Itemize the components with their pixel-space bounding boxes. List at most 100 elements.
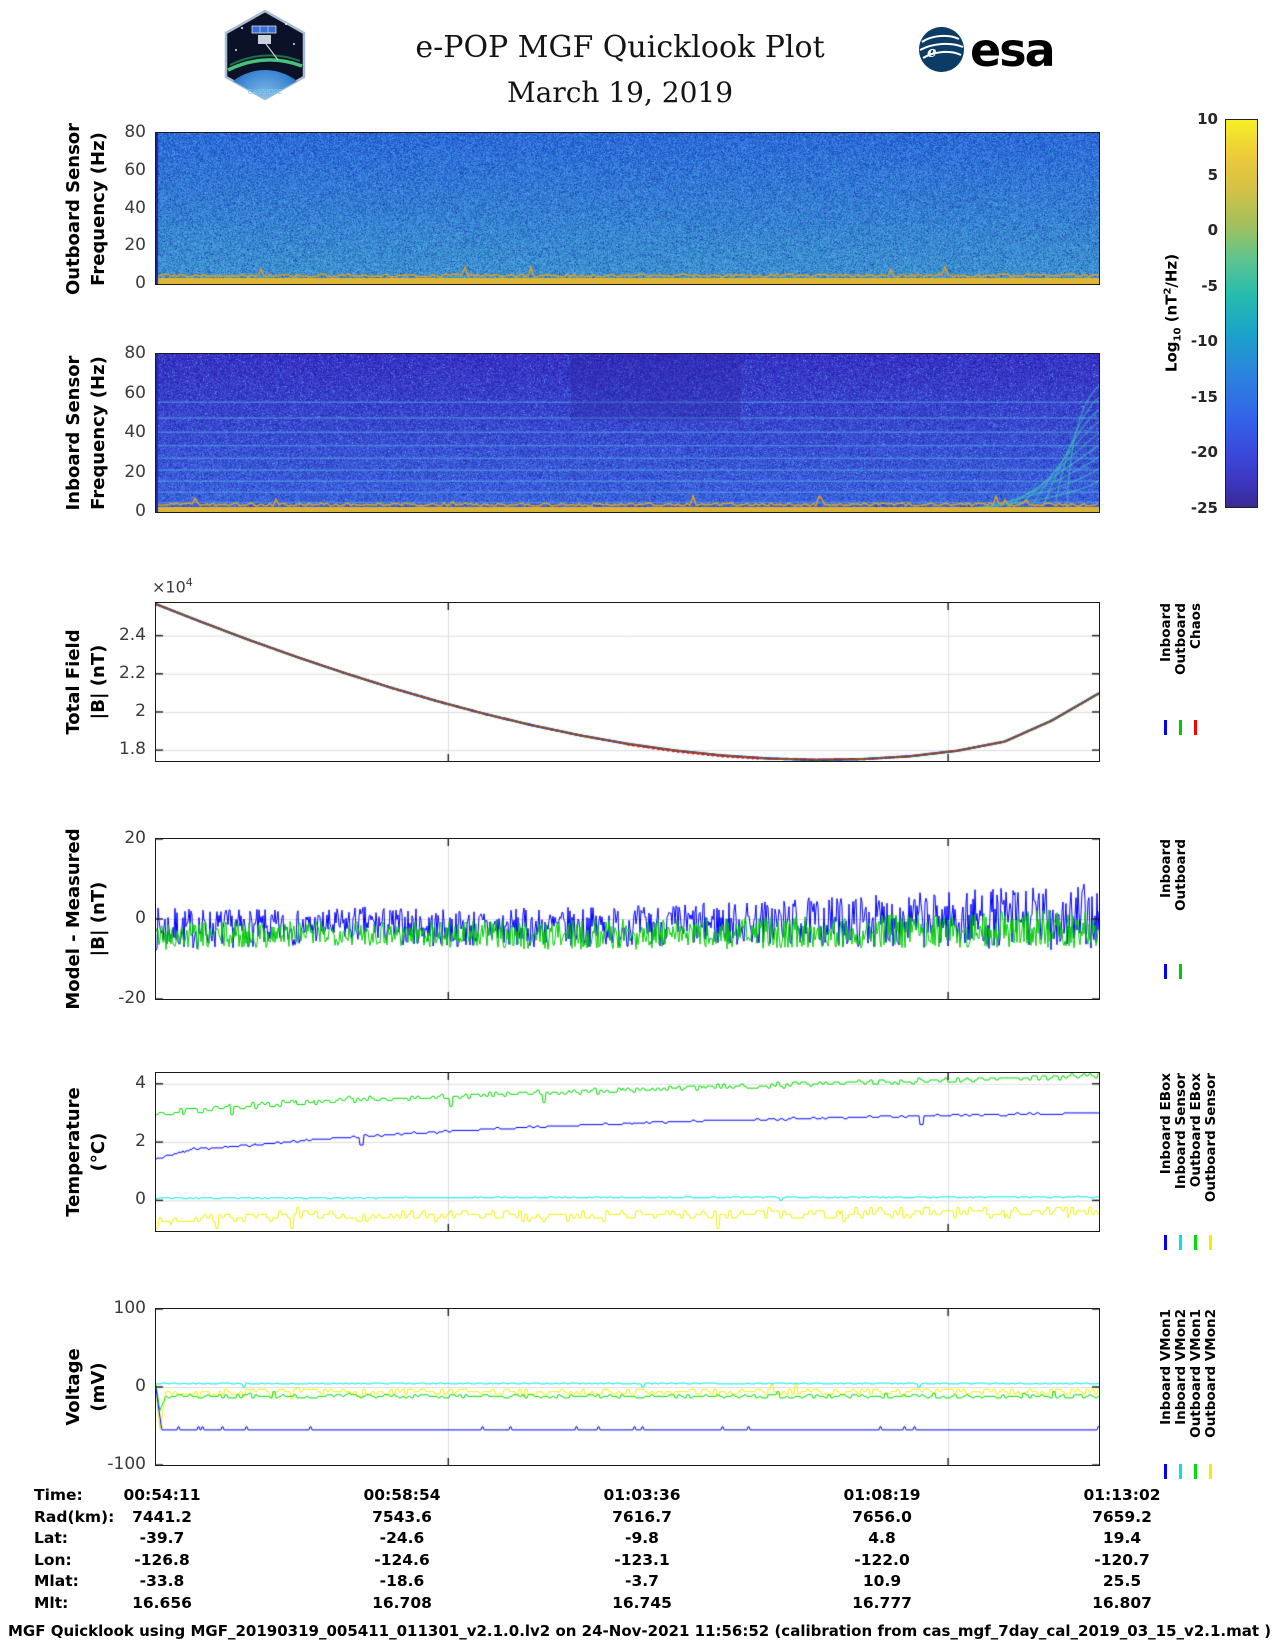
legend-item: Inboard EBox xyxy=(1158,1073,1173,1250)
y-axis-label: Inboard SensorFrequency (Hz) xyxy=(56,354,116,512)
esa-wordmark: esa xyxy=(970,27,1054,73)
table-cell: 19.4 xyxy=(1002,1529,1242,1547)
legend-swatch xyxy=(1164,1464,1167,1479)
panel-temperature: 420Temperature(°C)Inboard EBoxInboard Se… xyxy=(155,1072,1100,1232)
colorbar-tick-label: -15 xyxy=(1143,388,1218,406)
legend-item: Inboard VMon1 xyxy=(1158,1309,1173,1479)
table-cell: 7656.0 xyxy=(762,1508,1002,1526)
model-measured-plot-canvas xyxy=(156,839,1099,999)
colorbar-tick-label: -5 xyxy=(1143,277,1218,295)
ephemeris-table: Time:00:54:1100:58:5401:03:3601:08:1901:… xyxy=(0,1486,1275,1620)
legend-label: Chaos xyxy=(1188,603,1204,649)
legend-label: Inboard VMon1 xyxy=(1158,1309,1174,1425)
table-cell: -24.6 xyxy=(282,1529,522,1547)
legend: InboardOutboardChaos xyxy=(1158,603,1203,735)
legend-swatch xyxy=(1179,1464,1182,1479)
legend-item: Outboard VMon1 xyxy=(1188,1309,1203,1479)
table-cell: 7616.7 xyxy=(522,1508,762,1526)
y-axis-label: Voltage(mV) xyxy=(56,1309,116,1465)
legend-label: Inboard xyxy=(1158,603,1174,662)
colorbar-tick-label: 0 xyxy=(1143,221,1218,239)
table-cell: 7441.2 xyxy=(42,1508,282,1526)
legend-swatch xyxy=(1164,1235,1167,1250)
legend-item: Outboard VMon2 xyxy=(1203,1309,1218,1479)
table-cell: 16.807 xyxy=(1002,1594,1242,1612)
table-cell: -126.8 xyxy=(42,1551,282,1569)
legend-swatch xyxy=(1209,1464,1212,1479)
voltage-plot-canvas xyxy=(156,1309,1099,1465)
legend-swatch xyxy=(1179,964,1182,979)
legend-item: Chaos xyxy=(1188,603,1203,735)
colorbar xyxy=(1225,119,1258,508)
y-axis-label: Total Field|B| (nT) xyxy=(56,603,116,761)
legend-item: Outboard Sensor xyxy=(1203,1073,1218,1250)
svg-text:e: e xyxy=(927,43,937,61)
panel-voltage: 1000-100Voltage(mV)Inboard VMon1Inboard … xyxy=(155,1308,1100,1466)
y-axis-exponent-label: ×104 xyxy=(152,576,193,596)
legend-label: Outboard EBox xyxy=(1188,1073,1204,1187)
table-cell: -33.8 xyxy=(42,1572,282,1590)
legend-label: Outboard VMon2 xyxy=(1203,1309,1219,1438)
esa-emblem-icon: e xyxy=(918,26,965,73)
colorbar-tick-label: 10 xyxy=(1143,110,1218,128)
legend-item: Inboard Sensor xyxy=(1173,1073,1188,1250)
legend-swatch xyxy=(1209,1235,1212,1250)
legend-label: Outboard VMon1 xyxy=(1188,1309,1204,1438)
legend-swatch xyxy=(1179,720,1182,735)
table-row: Lon:-126.8-124.6-123.1-122.0-120.7 xyxy=(0,1551,1275,1572)
colorbar-tick-label: 5 xyxy=(1143,166,1218,184)
table-cell: -124.6 xyxy=(282,1551,522,1569)
legend-label: Inboard Sensor xyxy=(1173,1073,1189,1189)
table-cell: 01:08:19 xyxy=(762,1486,1002,1504)
table-cell: 00:58:54 xyxy=(282,1486,522,1504)
legend-item: Outboard EBox xyxy=(1188,1073,1203,1250)
quicklook-figure: CASSIOPE e-POP MGF Quicklook Plot March … xyxy=(0,0,1275,1650)
legend-swatch xyxy=(1194,1464,1197,1479)
table-cell: 7543.6 xyxy=(282,1508,522,1526)
panel-inboard-spectrogram: 806040200Inboard SensorFrequency (Hz) xyxy=(155,353,1100,513)
legend-item: Inboard xyxy=(1158,603,1173,735)
legend: InboardOutboard xyxy=(1158,839,1188,979)
legend-label: Inboard xyxy=(1158,839,1174,898)
temperature-plot-canvas xyxy=(156,1073,1099,1231)
table-cell: -3.7 xyxy=(522,1572,762,1590)
table-cell: 10.9 xyxy=(762,1572,1002,1590)
inboard-spec-plot-canvas xyxy=(156,354,1099,512)
plot-date: March 19, 2019 xyxy=(0,76,1240,109)
table-cell: 16.708 xyxy=(282,1594,522,1612)
y-axis-label: Outboard SensorFrequency (Hz) xyxy=(56,133,116,284)
y-axis-label: Model - Measured|B| (nT) xyxy=(56,839,116,999)
colorbar-tick-label: -25 xyxy=(1143,499,1218,517)
legend-swatch xyxy=(1164,720,1167,735)
legend-label: Outboard Sensor xyxy=(1203,1073,1219,1202)
outboard-spec-plot-canvas xyxy=(156,133,1099,284)
legend-label: Inboard EBox xyxy=(1158,1073,1174,1174)
legend: Inboard EBoxInboard SensorOutboard EBoxO… xyxy=(1158,1073,1218,1250)
legend-label: Outboard xyxy=(1173,839,1189,911)
table-cell: 16.656 xyxy=(42,1594,282,1612)
table-row: Mlat:-33.8-18.6-3.710.925.5 xyxy=(0,1572,1275,1593)
table-cell: 16.745 xyxy=(522,1594,762,1612)
table-cell: 01:03:36 xyxy=(522,1486,762,1504)
legend-label: Inboard VMon2 xyxy=(1173,1309,1189,1425)
table-row: Rad(km):7441.27543.67616.77656.07659.2 xyxy=(0,1508,1275,1529)
colorbar-label: Log10 (nT2/Hz) xyxy=(1163,254,1184,372)
table-cell: -9.8 xyxy=(522,1529,762,1547)
y-axis-label: Temperature(°C) xyxy=(56,1073,116,1231)
legend-item: Outboard xyxy=(1173,839,1188,979)
table-cell: 16.777 xyxy=(762,1594,1002,1612)
legend-swatch xyxy=(1164,964,1167,979)
legend-item: Inboard VMon2 xyxy=(1173,1309,1188,1479)
table-row: Mlt:16.65616.70816.74516.77716.807 xyxy=(0,1594,1275,1615)
esa-logo: e esa xyxy=(918,26,1054,73)
table-cell: 00:54:11 xyxy=(42,1486,282,1504)
panel-model-measured: 200-20Model - Measured|B| (nT)InboardOut… xyxy=(155,838,1100,1000)
panel-total-field: 2.42.221.8Total Field|B| (nT)×104Inboard… xyxy=(155,602,1100,762)
table-cell: 01:13:02 xyxy=(1002,1486,1242,1504)
table-cell: 25.5 xyxy=(1002,1572,1242,1590)
table-cell: -122.0 xyxy=(762,1551,1002,1569)
table-cell: -123.1 xyxy=(522,1551,762,1569)
legend-item: Inboard xyxy=(1158,839,1173,979)
page-title: e-POP MGF Quicklook Plot xyxy=(0,30,1240,65)
legend-swatch xyxy=(1179,1235,1182,1250)
